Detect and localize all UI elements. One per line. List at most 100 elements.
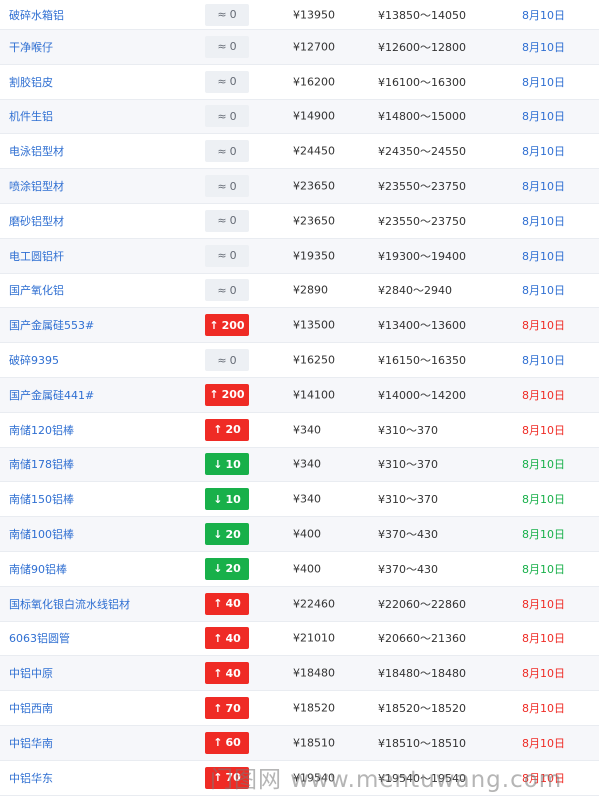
update-date: 8月10日	[522, 214, 565, 228]
product-name-link[interactable]: 干净喉仔	[9, 39, 53, 55]
change-badge: ↑ 200	[205, 314, 249, 337]
approx-equal-icon: ≈	[217, 353, 227, 367]
product-name-link[interactable]: 割胶铝皮	[9, 74, 53, 90]
change-badge: ↑ 60	[205, 731, 249, 754]
price-range: ¥18480～18480	[378, 667, 466, 681]
average-price: ¥16250	[293, 353, 335, 367]
update-date: 8月10日	[522, 8, 565, 22]
change-value: 10	[225, 492, 241, 506]
product-name-link[interactable]: 破碎水箱铝	[9, 7, 64, 23]
price-table: 破碎水箱铝 ≈0 ¥13950 ¥13850～14050 8月10日 干净喉仔 ≈0 ¥127…	[0, 0, 599, 796]
arrow-up-icon: ↑	[209, 318, 219, 332]
product-name-link[interactable]: 机件生铝	[9, 108, 53, 124]
update-date: 8月10日	[522, 702, 565, 716]
average-price: ¥400	[293, 527, 321, 541]
average-price: ¥400	[293, 562, 321, 576]
product-name-link[interactable]: 中铝中原	[9, 665, 53, 681]
change-value: 200	[221, 318, 245, 332]
product-name-link[interactable]: 中铝西南	[9, 700, 53, 716]
arrow-up-icon: ↑	[213, 631, 223, 645]
table-row: 南储90铝棒 ↓ 20 ¥400 ¥370～430 8月10日	[0, 552, 599, 587]
update-date: 8月10日	[522, 632, 565, 646]
change-badge: ≈0	[205, 140, 249, 163]
product-name-link[interactable]: 中铝华东	[9, 770, 53, 786]
table-row: 干净喉仔 ≈0 ¥12700 ¥12600～12800 8月10日	[0, 30, 599, 65]
price-range: ¥23550～23750	[378, 180, 466, 194]
product-name-link[interactable]: 南储120铝棒	[9, 422, 74, 438]
arrow-up-icon: ↑	[213, 597, 223, 611]
change-value: 40	[225, 666, 241, 680]
change-badge: ≈0	[205, 349, 249, 372]
change-value: 0	[229, 179, 237, 193]
change-value: 20	[225, 423, 241, 437]
product-name-link[interactable]: 国产氧化铝	[9, 282, 64, 298]
update-date: 8月10日	[522, 736, 565, 750]
average-price: ¥12700	[293, 40, 335, 54]
update-date: 8月10日	[522, 319, 565, 333]
change-value: 0	[229, 8, 237, 21]
price-range: ¥14800～15000	[378, 110, 466, 124]
product-name-link[interactable]: 南储100铝棒	[9, 526, 74, 542]
product-name-link[interactable]: 国产金属硅553#	[9, 317, 94, 333]
table-row: 南储178铝棒 ↓ 10 ¥340 ¥310～370 8月10日	[0, 447, 599, 483]
change-value: 0	[229, 40, 237, 54]
average-price: ¥23650	[293, 179, 335, 193]
update-date: 8月10日	[522, 423, 565, 437]
product-name-link[interactable]: 电泳铝型材	[9, 143, 64, 159]
arrow-up-icon: ↑	[209, 388, 219, 402]
arrow-up-icon: ↑	[213, 701, 223, 715]
average-price: ¥2890	[293, 283, 328, 297]
product-name-link[interactable]: 南储90铝棒	[9, 561, 67, 577]
change-badge: ↓ 10	[205, 453, 249, 476]
average-price: ¥14100	[293, 388, 335, 402]
table-row: 磨砂铝型材 ≈0 ¥23650 ¥23550～23750 8月10日	[0, 204, 599, 239]
change-badge: ↓ 20	[205, 523, 249, 546]
product-name-link[interactable]: 南储150铝棒	[9, 491, 74, 507]
change-value: 0	[229, 249, 237, 263]
table-row: 机件生铝 ≈0 ¥14900 ¥14800～15000 8月10日	[0, 99, 599, 135]
table-row: 中铝中原 ↑ 40 ¥18480 ¥18480～18480 8月10日	[0, 656, 599, 692]
price-range: ¥19540～19540	[378, 771, 466, 785]
product-name-link[interactable]: 南储178铝棒	[9, 456, 74, 472]
update-date: 8月10日	[522, 40, 565, 54]
table-row: 电泳铝型材 ≈0 ¥24450 ¥24350～24550 8月10日	[0, 134, 599, 170]
change-value: 20	[225, 527, 241, 541]
change-badge: ≈0	[205, 105, 249, 128]
update-date: 8月10日	[522, 75, 565, 89]
price-range: ¥12600～12800	[378, 40, 466, 54]
price-range: ¥310～370	[378, 493, 438, 507]
product-name-link[interactable]: 喷涂铝型材	[9, 178, 64, 194]
update-date: 8月10日	[522, 528, 565, 542]
product-name-link[interactable]: 磨砂铝型材	[9, 213, 64, 229]
table-row: 南储100铝棒 ↓ 20 ¥400 ¥370～430 8月10日	[0, 517, 599, 552]
change-badge: ≈0	[205, 244, 249, 267]
change-badge: ≈0	[205, 3, 249, 26]
product-name-link[interactable]: 国标氧化银白流水线铝材	[9, 596, 130, 612]
table-row: 中铝华南 ↑ 60 ¥18510 ¥18510～18510 8月10日	[0, 725, 599, 761]
update-date: 8月10日	[522, 597, 565, 611]
change-value: 10	[225, 457, 241, 471]
update-date: 8月10日	[522, 180, 565, 194]
change-badge: ↑ 70	[205, 766, 249, 789]
price-range: ¥310～370	[378, 423, 438, 437]
product-name-link[interactable]: 国产金属硅441#	[9, 387, 94, 403]
table-row: 国标氧化银白流水线铝材 ↑ 40 ¥22460 ¥22060～22860 8月10日	[0, 586, 599, 622]
approx-equal-icon: ≈	[217, 8, 227, 21]
price-range: ¥13850～14050	[378, 8, 466, 22]
change-badge: ↑ 40	[205, 627, 249, 650]
product-name-link[interactable]: 6063铝圆管	[9, 630, 70, 646]
table-row: 破碎水箱铝 ≈0 ¥13950 ¥13850～14050 8月10日	[0, 0, 599, 30]
product-name-link[interactable]: 中铝华南	[9, 735, 53, 751]
table-row: 中铝西南 ↑ 70 ¥18520 ¥18520～18520 8月10日	[0, 691, 599, 726]
approx-equal-icon: ≈	[217, 214, 227, 228]
price-range: ¥22060～22860	[378, 597, 466, 611]
average-price: ¥22460	[293, 597, 335, 611]
change-value: 20	[225, 562, 241, 576]
product-name-link[interactable]: 电工圆铝杆	[9, 248, 64, 264]
table-row: 南储120铝棒 ↑ 20 ¥340 ¥310～370 8月10日	[0, 413, 599, 448]
approx-equal-icon: ≈	[217, 283, 227, 297]
price-range: ¥370～430	[378, 528, 438, 542]
average-price: ¥18510	[293, 736, 335, 750]
product-name-link[interactable]: 破碎9395	[9, 352, 59, 368]
table-row: 电工圆铝杆 ≈0 ¥19350 ¥19300～19400 8月10日	[0, 238, 599, 274]
